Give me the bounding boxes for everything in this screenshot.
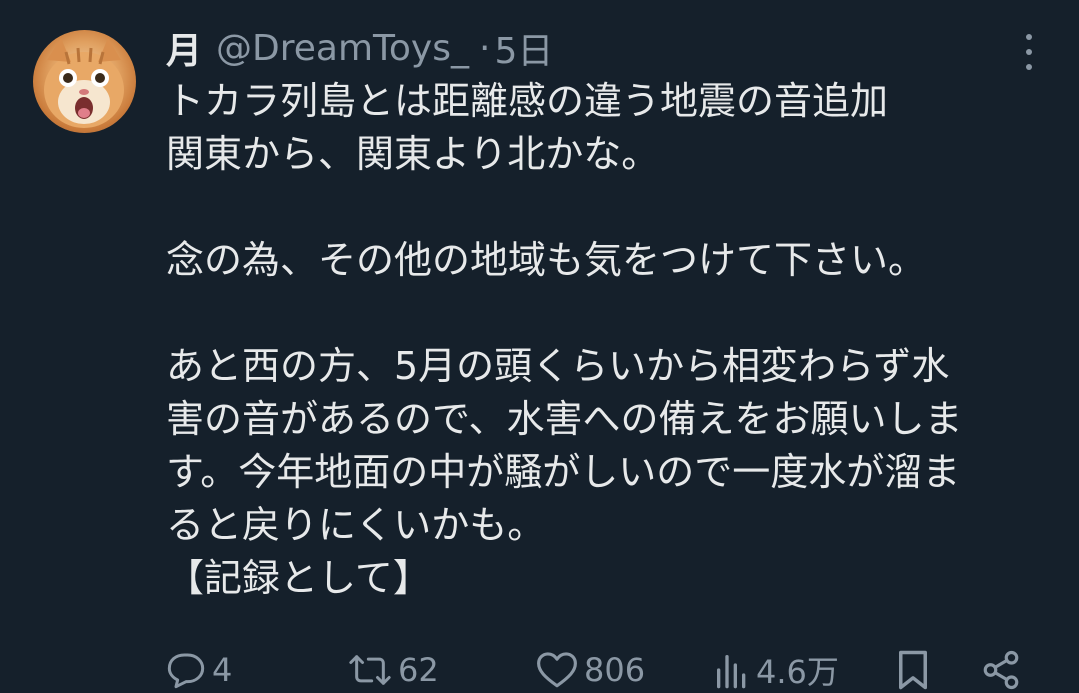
tweet-text-line: 関東から、関東より北かな。 [166, 132, 660, 176]
share-button[interactable] [980, 648, 1022, 692]
timestamp[interactable]: 5日 [494, 22, 553, 74]
tweet-text-line [166, 287, 1056, 340]
tweet-text-line: 念の為、その他の地域も気をつけて下さい。 [166, 238, 927, 282]
tweet-text-line: トカラ列島とは距離感の違う地震の音追加 [166, 79, 889, 123]
display-name[interactable]: 月 [166, 22, 202, 74]
tweet-text-line: ると戻りにくいかも。 [166, 503, 546, 547]
tweet[interactable]: 月 @DreamToys_ · 5日 トカラ列島とは距離感の違う地震の音追加 関… [0, 0, 1079, 692]
reply-icon [167, 653, 205, 689]
like-count: 806 [584, 651, 646, 689]
reply-count: 4 [212, 651, 233, 689]
separator-dot: · [478, 27, 491, 69]
bar-chart-icon [717, 655, 746, 689]
action-bar: 4 62 806 4.6万 [166, 648, 1046, 692]
share-icon [983, 650, 1019, 690]
cat-avatar-icon [44, 38, 124, 128]
avatar[interactable] [33, 30, 136, 133]
tweet-text-line: あと西の方、5月の頭くらいから相変わらず水 [166, 344, 950, 388]
retweet-button[interactable]: 62 [348, 648, 439, 692]
view-count: 4.6万 [756, 653, 839, 691]
tweet-text-line: 害の音があるので、水害への備えをお願いしま [166, 397, 963, 441]
more-vertical-icon[interactable] [1023, 34, 1035, 70]
retweet-count: 62 [398, 651, 439, 689]
views-button[interactable]: 4.6万 [714, 648, 839, 692]
user-handle[interactable]: @DreamToys_ [216, 28, 469, 69]
bookmark-button[interactable] [894, 648, 932, 692]
tweet-text: トカラ列島とは距離感の違う地震の音追加 関東から、関東より北かな。 念の為、その… [166, 75, 1056, 605]
reply-button[interactable]: 4 [166, 648, 232, 692]
retweet-icon [349, 655, 391, 685]
tweet-text-line: す。今年地面の中が騒がしいので一度水が溜ま [166, 450, 961, 494]
like-button[interactable]: 806 [536, 648, 645, 692]
bookmark-icon [899, 650, 927, 690]
tweet-header: 月 @DreamToys_ · 5日 [166, 22, 553, 74]
tweet-text-line: 【記録として】 [166, 556, 431, 600]
heart-icon [537, 652, 577, 688]
tweet-text-line [166, 181, 1056, 234]
